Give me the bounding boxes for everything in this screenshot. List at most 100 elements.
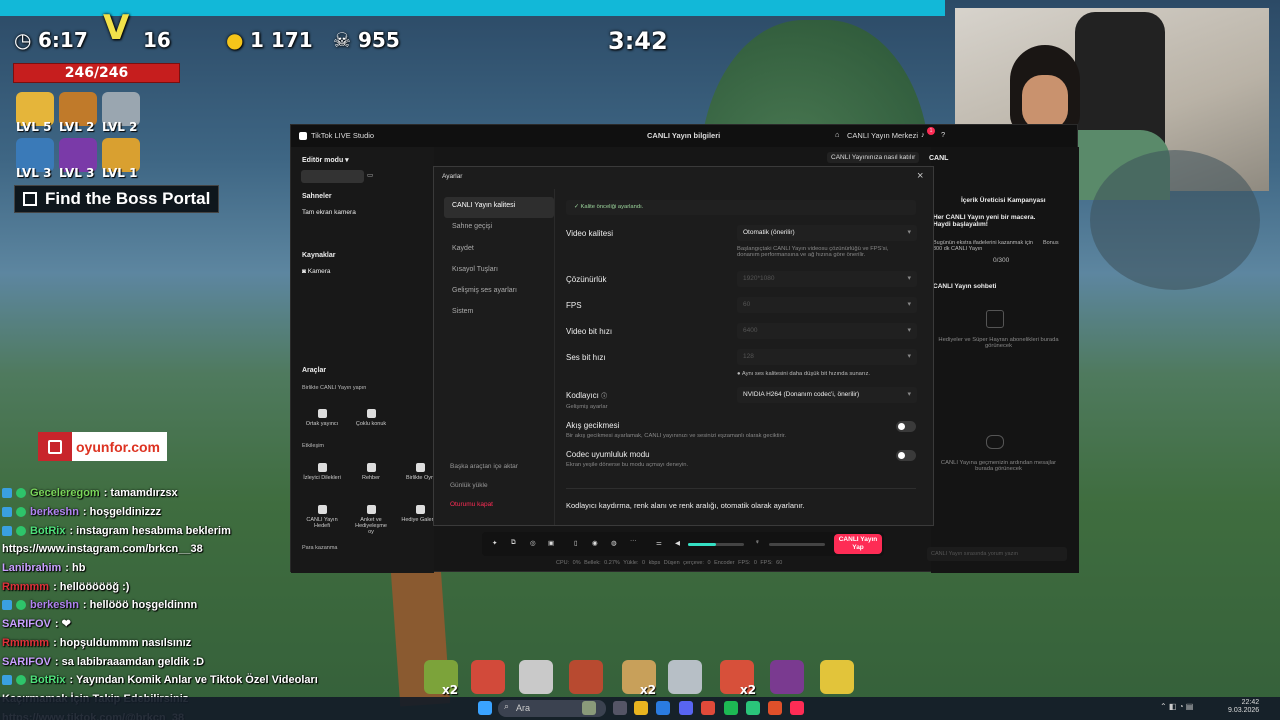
edge-icon[interactable] (656, 701, 670, 715)
camera-settings-icon[interactable]: ◍ (611, 539, 617, 547)
link-icon (317, 409, 327, 418)
campaign-badge: Bonus (1043, 240, 1059, 246)
discord-icon[interactable] (679, 701, 693, 715)
video-bitrate-select[interactable]: 6400 ▾ (737, 323, 917, 339)
crop-icon[interactable]: ⧉ (511, 539, 516, 547)
nav-live-quality[interactable]: CANLI Yayın kalitesi (444, 197, 554, 219)
chat-username: SARIFOV (2, 655, 51, 668)
check-icon: ✓ (574, 204, 579, 210)
mic-volume-slider[interactable] (769, 543, 825, 546)
go-live-button[interactable]: CANLI Yayın Yap (834, 534, 882, 554)
nav-advanced-audio[interactable]: Gelişmiş ses ayarları (444, 282, 554, 303)
video-quality-select[interactable]: Otomatik (önerilir) ▾ (737, 225, 917, 241)
portrait-mode-button[interactable] (301, 170, 364, 183)
spotify-icon[interactable] (724, 701, 738, 715)
landscape-mode-icon[interactable]: ▭ (367, 171, 373, 179)
source-item[interactable]: ◙ Kamera (302, 268, 331, 275)
chevron-down-icon: ▾ (907, 275, 911, 282)
chat-badge-icon (16, 507, 26, 518)
speaker-volume-slider[interactable] (688, 543, 744, 546)
task-view-icon[interactable] (613, 701, 627, 715)
magic-icon[interactable]: ✦ (492, 539, 497, 547)
more-icon[interactable]: ··· (630, 537, 637, 544)
file-explorer-icon[interactable] (634, 701, 648, 715)
live-center-link[interactable]: CANLI Yayın Merkezi (847, 131, 918, 140)
bell-icon[interactable]: ♪ (921, 130, 925, 139)
phone-icon[interactable]: ▯ (574, 539, 578, 547)
tool-label: CANLI Yayın Hedefi (306, 517, 338, 529)
stream-info-link[interactable]: CANLI Yayın bilgileri (647, 131, 720, 140)
record-icon[interactable]: ◉ (592, 539, 598, 547)
scene-item[interactable]: Tam ekran kamera (302, 209, 356, 216)
video-quality-value: Otomatik (önerilir) (743, 229, 795, 236)
logout-link[interactable]: Oturumu kapat (450, 501, 493, 508)
item-level: LVL 5 (16, 120, 52, 134)
section-divider (566, 488, 916, 489)
gift-box-icon (986, 310, 1004, 328)
tiktok-studio-taskbar-icon[interactable] (790, 701, 804, 715)
help-icon[interactable]: ? (941, 130, 945, 139)
nav-record[interactable]: Kaydet (444, 240, 554, 261)
engagement-label: Etkileşim (302, 443, 325, 449)
chat-text: : ❤ (54, 618, 71, 631)
speaker-icon[interactable]: ◀ (675, 539, 680, 547)
codec-mode-desc: Ekran yeşile dönerse bu modu açmayı dene… (566, 462, 689, 468)
nav-system[interactable]: Sistem (444, 303, 554, 324)
chevron-down-icon: ▾ (907, 229, 911, 236)
fps-select[interactable]: 60 ▾ (737, 297, 917, 313)
chevron-down-icon: ▾ (907, 391, 911, 398)
settings-dialog: Ayarlar × CANLI Yayın kalitesi Sahne geç… (433, 166, 934, 526)
live-goal-tool[interactable]: CANLI Yayın Hedefi (303, 505, 341, 529)
chat-text: : Yayından Komik Anlar ve Tiktok Özel Vi… (69, 674, 318, 687)
windows-start-icon[interactable] (478, 701, 492, 715)
notification-badge: 1 (927, 127, 935, 135)
codec-mode-toggle[interactable] (896, 450, 916, 461)
chat-username: Rmmmm (2, 580, 50, 593)
chat-username: berkeshn (30, 599, 79, 612)
taskbar-clock[interactable]: 22:42 9.03.2026 (1228, 699, 1259, 715)
search-icon: ⌕ (504, 701, 510, 711)
guide-tool[interactable]: Rehber (352, 463, 390, 481)
join-live-banner[interactable]: CANLI Yayınınıza nasıl katılır (827, 152, 920, 163)
scenes-label: Sahneler (302, 193, 332, 200)
import-link[interactable]: Başka araçtan içe aktar (450, 463, 518, 470)
xbox-icon[interactable] (746, 701, 760, 715)
audio-note: ● Aynı ses kalitesini daha düşük bit hız… (737, 371, 870, 377)
mixer-icon[interactable]: ⚌ (656, 539, 662, 547)
creator-campaign-title: İçerik Üreticisi Kampanyası (961, 197, 1046, 204)
widgets-icon[interactable] (582, 701, 596, 715)
viewer-wishes-tool[interactable]: İzleyici Dilekleri (303, 463, 341, 481)
game-top-bar (0, 0, 945, 16)
effects-icon[interactable]: ◎ (530, 539, 536, 547)
poll-tool[interactable]: Anket ve Hediyeleşme oy (352, 505, 390, 535)
microphone-icon[interactable]: ♆ (755, 539, 760, 546)
close-icon[interactable]: × (917, 170, 923, 182)
v-count: 16 (143, 28, 171, 52)
chat-input[interactable]: CANLI Yayın sırasında yorum yazın (927, 547, 1067, 561)
v-icon: V (103, 8, 130, 48)
stream-delay-toggle[interactable] (896, 421, 916, 432)
chat-username: Lanibrahim (2, 562, 62, 575)
upload-log-link[interactable]: Günlük yükle (450, 482, 488, 489)
chevron-down-icon: ▾ (907, 301, 911, 308)
cohost-tool[interactable]: Ortak yayıncı (303, 409, 341, 427)
studio-left-panel: Editör modu ▾ ▭ Sahneler Tam ekran kamer… (291, 147, 439, 573)
gifts-empty-text: Hediyeler ve Süper Hayran abonelikleri b… (938, 337, 1059, 349)
tool-label: Çoklu konuk (355, 421, 387, 427)
system-tray-icons[interactable]: ⌃ ◧ ◔ ▤ (1160, 702, 1193, 711)
chat-bubble-icon (986, 435, 1004, 449)
chrome-icon[interactable] (701, 701, 715, 715)
brave-icon[interactable] (768, 701, 782, 715)
audio-bitrate-select[interactable]: 128 ▾ (737, 349, 917, 365)
nav-hotkeys[interactable]: Kısayol Tuşları (444, 261, 554, 282)
studio-title-bar: TikTok LIVE Studio CANLI Yayın bilgileri… (291, 125, 1077, 147)
encoder-advanced-link[interactable]: Gelişmiş ayarlar (566, 404, 608, 410)
layout-icon[interactable]: ▣ (548, 539, 554, 547)
multiguest-tool[interactable]: Çoklu konuk (352, 409, 390, 427)
encoder-select[interactable]: NVIDIA H264 (Donanım codec'i, önerilir) ▾ (737, 387, 917, 403)
tool-label: Birlikte Oyn (405, 475, 435, 481)
editor-mode-menu[interactable]: Editör modu ▾ (302, 156, 349, 164)
nav-scene-transition[interactable]: Sahne geçişi (444, 218, 554, 239)
resolution-select[interactable]: 1920*1080 ▾ (737, 271, 917, 287)
chat-message: SARIFOV: ❤ (0, 615, 340, 634)
